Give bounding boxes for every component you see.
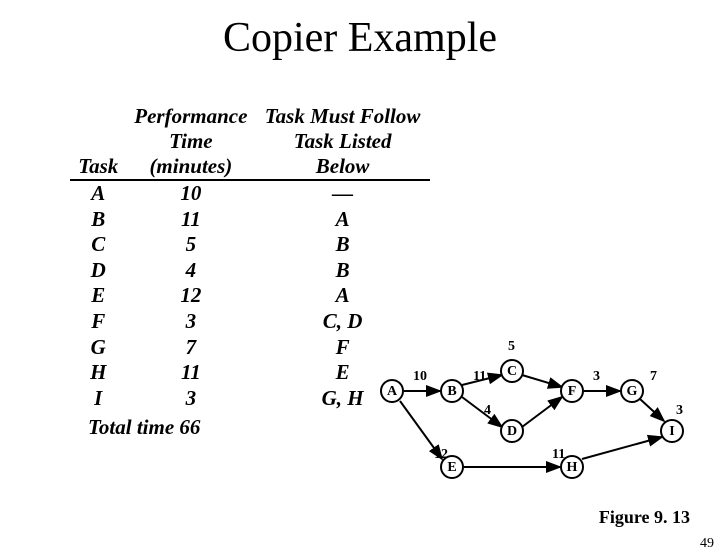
node-g: G <box>620 379 644 403</box>
node-c: C <box>500 359 524 383</box>
cell-task: F <box>70 309 127 335</box>
total-row: Total time 66 <box>70 411 430 441</box>
table-row: C5B <box>70 232 430 258</box>
cell-time: 12 <box>127 283 256 309</box>
edge-eh-label: 11 <box>552 447 565 463</box>
cell-task: A <box>70 180 127 207</box>
edge-ae-label: 12 <box>434 447 448 463</box>
edge-fg-label: 3 <box>593 369 600 385</box>
table-row: B11A <box>70 207 430 233</box>
task-table-body: A10— B11A C5B D4B E12A F3C, D G7F H11E I… <box>70 180 430 441</box>
table-row: E12A <box>70 283 430 309</box>
precedence-diagram: A B C D E F G H I 10 11 5 4 12 3 7 11 3 <box>380 339 720 519</box>
figure-label: Figure 9. 13 <box>599 507 690 528</box>
cell-time: 11 <box>127 207 256 233</box>
cell-time: 7 <box>127 335 256 361</box>
cell-follow: A <box>255 283 430 309</box>
table-row: D4B <box>70 258 430 284</box>
header-follow-l2: Task Listed <box>261 129 424 154</box>
table-row: H11E <box>70 360 430 386</box>
table-row: F3C, D <box>70 309 430 335</box>
header-time: Performance Time (minutes) <box>127 104 256 180</box>
page-title: Copier Example <box>0 14 720 62</box>
cell-task: G <box>70 335 127 361</box>
total-value: 66 <box>179 415 200 439</box>
table-row: G7F <box>70 335 430 361</box>
cell-task: C <box>70 232 127 258</box>
node-i: I <box>660 419 684 443</box>
task-table: Task Performance Time (minutes) Task Mus… <box>70 104 430 441</box>
edge-bd-label: 4 <box>484 403 491 419</box>
cell-time: 3 <box>127 309 256 335</box>
cell-time: 11 <box>127 360 256 386</box>
edge-ab-label: 10 <box>413 369 427 385</box>
cell-follow: B <box>255 258 430 284</box>
table-row: I3G, H <box>70 386 430 412</box>
header-time-l3: (minutes) <box>133 154 250 179</box>
cell-time: 10 <box>127 180 256 207</box>
cell-follow: B <box>255 232 430 258</box>
edge-hi-label: 3 <box>676 403 683 419</box>
header-follow-l3: Below <box>261 154 424 179</box>
cell-time: 3 <box>127 386 256 412</box>
table-row: A10— <box>70 180 430 207</box>
cell-task: H <box>70 360 127 386</box>
node-a: A <box>380 379 404 403</box>
cell-task: D <box>70 258 127 284</box>
task-table-container: Task Performance Time (minutes) Task Mus… <box>70 104 430 441</box>
cell-follow: A <box>255 207 430 233</box>
header-time-l2: Time <box>133 129 250 154</box>
node-d: D <box>500 419 524 443</box>
header-follow: Task Must Follow Task Listed Below <box>255 104 430 180</box>
total-label: Total time <box>88 415 174 439</box>
edge-cf-label: 5 <box>508 339 515 355</box>
node-b: B <box>440 379 464 403</box>
edge-bc-label: 11 <box>473 369 486 385</box>
page-number: 49 <box>700 536 714 552</box>
cell-task: B <box>70 207 127 233</box>
cell-time: 5 <box>127 232 256 258</box>
header-follow-l1: Task Must Follow <box>261 104 424 129</box>
cell-task: I <box>70 386 127 412</box>
cell-follow: C, D <box>255 309 430 335</box>
cell-follow: — <box>255 180 430 207</box>
node-f: F <box>560 379 584 403</box>
header-task: Task <box>70 104 127 180</box>
header-time-l1: Performance <box>133 104 250 129</box>
edge-gi-label: 7 <box>650 369 657 385</box>
cell-time: 4 <box>127 258 256 284</box>
cell-task: E <box>70 283 127 309</box>
